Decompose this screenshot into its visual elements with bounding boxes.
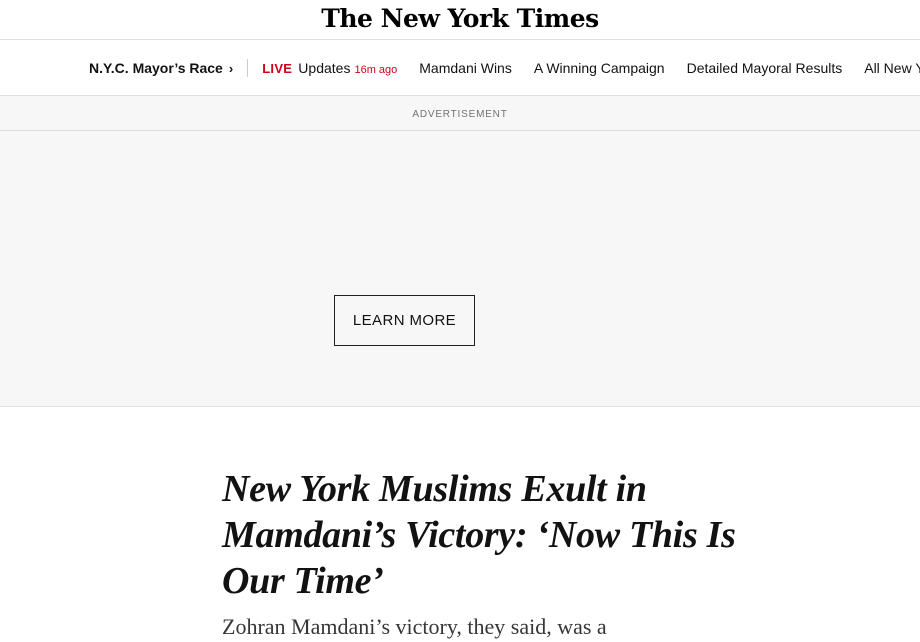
nav-divider [247,59,249,77]
section-nav-inner: N.Y.C. Mayor’s Race › LIVE Updates 16m a… [89,40,920,95]
nav-item-mamdani-wins[interactable]: Mamdani Wins [419,60,512,76]
live-updates-link[interactable]: LIVE Updates 16m ago [262,60,397,76]
nav-item-detailed-results[interactable]: Detailed Mayoral Results [687,60,843,76]
article-headline: New York Muslims Exult in Mamdani’s Vict… [222,468,736,602]
section-title-label: N.Y.C. Mayor’s Race [89,60,223,76]
section-title-link[interactable]: N.Y.C. Mayor’s Race › [89,60,233,76]
live-updates-label: Updates [298,60,351,76]
advertisement-label: ADVERTISEMENT [0,96,920,131]
nav-item-winning-campaign[interactable]: A Winning Campaign [534,60,665,76]
nyt-logo[interactable]: The New York Times [0,4,920,34]
nav-item-all-new-york[interactable]: All New York R [864,60,920,76]
chevron-right-icon: › [228,60,234,76]
live-updates-timestamp: 16m ago [354,64,398,76]
learn-more-button[interactable]: LEARN MORE [334,295,475,346]
article-summary: Zohran Mamdani’s victory, they said, was… [222,614,607,639]
section-nav: N.Y.C. Mayor’s Race › LIVE Updates 16m a… [0,40,920,96]
advertisement-region: ADVERTISEMENT LEARN MORE [0,96,920,407]
live-badge: LIVE [262,61,293,76]
masthead: The New York Times [0,0,920,40]
